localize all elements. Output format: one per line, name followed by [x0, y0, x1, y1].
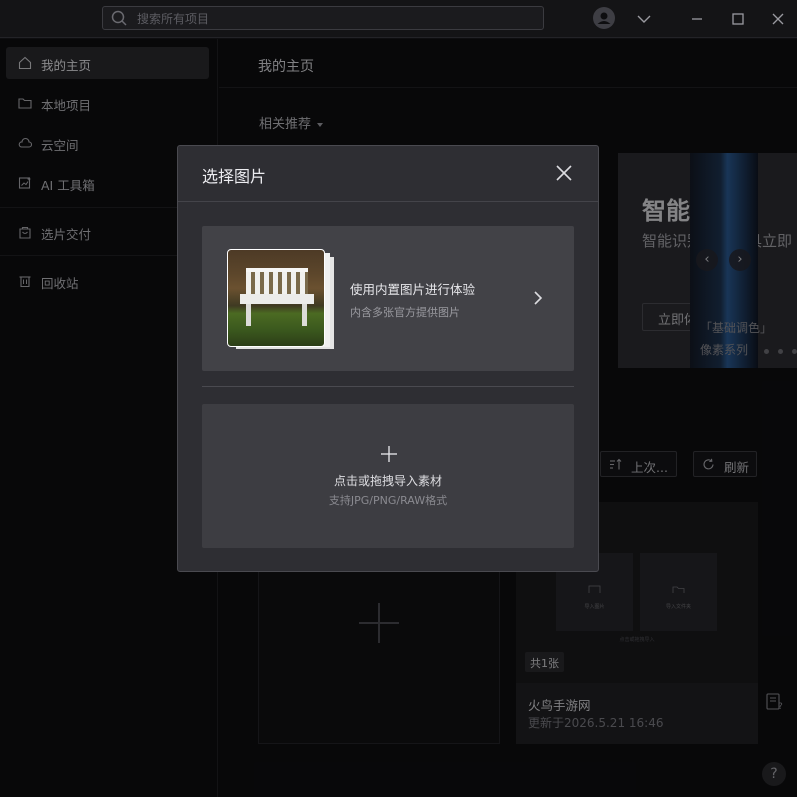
bench-leg — [246, 304, 251, 326]
bench-backrest — [246, 268, 308, 294]
bench-leg — [302, 304, 307, 326]
dialog-title: 选择图片 — [202, 167, 267, 186]
select-image-dialog: 选择图片 使用内置图片进行体验 内含多张官方提供图片 点击或拖拽导入素材 支持J… — [177, 145, 599, 572]
dialog-header-divider — [178, 201, 598, 202]
dialog-divider — [202, 386, 574, 387]
chevron-right-icon — [534, 291, 543, 305]
chevron-down-icon[interactable] — [633, 8, 655, 30]
maximize-icon[interactable] — [727, 8, 749, 30]
minimize-icon[interactable] — [686, 8, 708, 30]
user-icon — [597, 12, 611, 24]
plus-icon — [381, 446, 397, 462]
import-drop-zone[interactable]: 点击或拖拽导入素材 支持JPG/PNG/RAW格式 — [202, 404, 574, 548]
builtin-images-option[interactable]: 使用内置图片进行体验 内含多张官方提供图片 — [202, 226, 574, 371]
avatar[interactable] — [593, 7, 615, 29]
close-icon[interactable] — [553, 162, 575, 184]
search-input[interactable]: 搜索所有项目 — [137, 10, 209, 27]
sample-photo-thumbnail — [227, 249, 325, 347]
close-window-icon[interactable] — [767, 8, 789, 30]
import-label: 点击或拖拽导入素材 — [333, 474, 442, 488]
search-icon — [111, 10, 127, 26]
builtin-title: 使用内置图片进行体验 — [350, 282, 476, 297]
title-bar: 搜索所有项目 — [0, 0, 797, 38]
bench-seat — [240, 294, 314, 304]
search-box[interactable]: 搜索所有项目 — [102, 6, 544, 30]
import-hint: 支持JPG/PNG/RAW格式 — [328, 494, 448, 507]
builtin-subtitle: 内含多张官方提供图片 — [350, 306, 460, 319]
